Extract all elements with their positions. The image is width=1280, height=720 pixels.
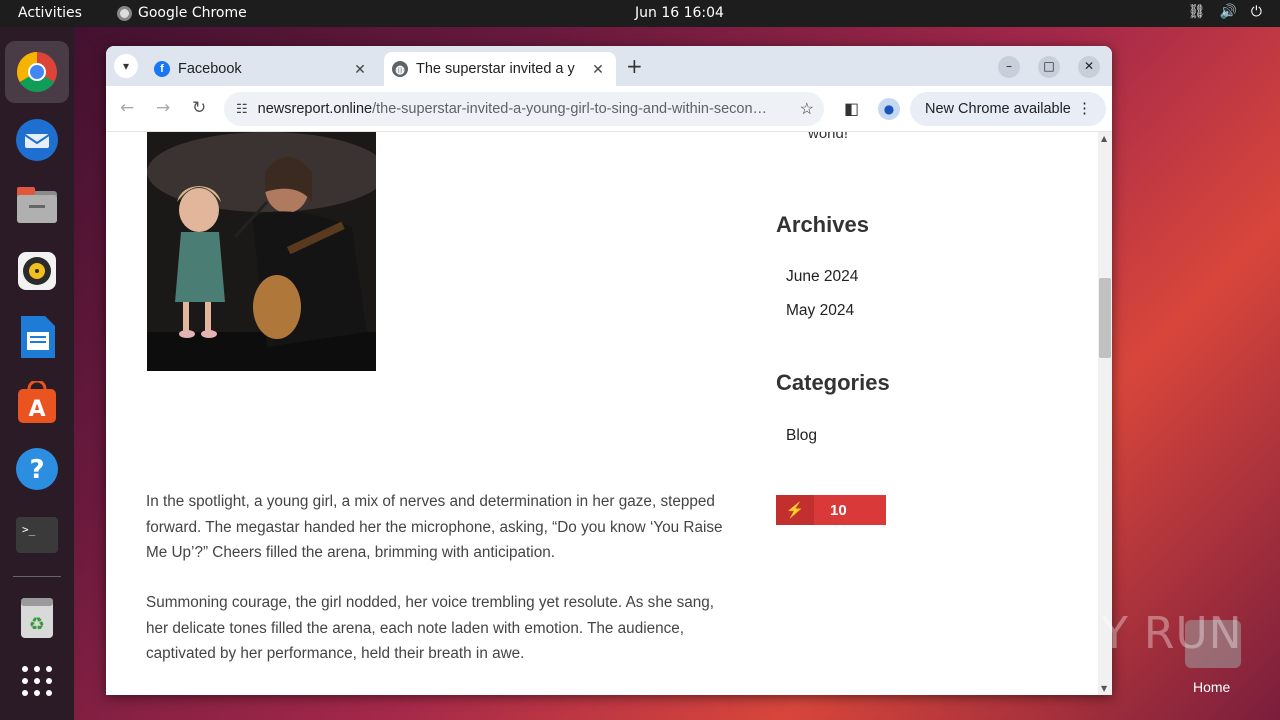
terminal-icon: >_ <box>16 517 58 553</box>
dock-files[interactable] <box>13 181 61 229</box>
dock-software[interactable]: A <box>13 379 61 427</box>
rhythmbox-icon <box>18 252 56 290</box>
dock-separator <box>13 576 61 577</box>
app-grid-icon <box>22 666 52 696</box>
recent-post-fragment[interactable]: world! <box>808 132 848 142</box>
power-icon: ⏻ <box>1250 4 1262 20</box>
thunderbird-icon <box>16 119 58 161</box>
flame-icon: ⚡ <box>776 495 814 525</box>
svg-text:♻: ♻ <box>29 614 45 635</box>
scroll-down-icon[interactable]: ▼ <box>1101 684 1107 693</box>
home-folder-label[interactable]: Home <box>1193 679 1230 695</box>
article-paragraph: Summoning courage, the girl nodded, her … <box>146 594 715 662</box>
category-link-blog[interactable]: Blog <box>786 427 817 445</box>
software-store-icon: A <box>18 381 56 423</box>
dock-help[interactable]: ? <box>13 445 61 493</box>
svg-text:?: ? <box>29 455 44 485</box>
archive-link-june-2024[interactable]: June 2024 <box>786 268 858 286</box>
archives-heading: Archives <box>776 212 869 237</box>
svg-text:A: A <box>28 397 45 422</box>
scrollbar-thumb[interactable] <box>1099 278 1111 358</box>
viewport: In the spotlight, a young girl, a mix of… <box>106 46 1112 695</box>
views-counter-badge: ⚡ 10 <box>776 495 886 525</box>
app-menu[interactable]: Google Chrome <box>117 5 247 21</box>
views-count: 10 <box>830 501 847 519</box>
help-icon: ? <box>16 448 58 490</box>
app-name: Google Chrome <box>138 5 247 21</box>
dock: A ? >_ ♻ <box>0 27 74 720</box>
categories-heading: Categories <box>776 370 890 395</box>
dock-trash[interactable]: ♻ <box>13 593 61 641</box>
dock-terminal[interactable]: >_ <box>13 511 61 559</box>
scroll-up-icon[interactable]: ▲ <box>1101 134 1107 143</box>
dock-writer[interactable] <box>13 313 61 361</box>
trash-icon: ♻ <box>21 598 53 638</box>
dock-chrome[interactable] <box>5 41 69 103</box>
article-image <box>147 132 376 371</box>
dock-rhythmbox[interactable] <box>13 247 61 295</box>
page-content: In the spotlight, a young girl, a mix of… <box>106 132 1098 695</box>
system-tray[interactable]: ⛓ 🔊 ⏻ <box>1188 4 1262 20</box>
chrome-icon <box>17 52 57 92</box>
writer-icon <box>21 316 55 358</box>
dock-thunderbird[interactable] <box>13 116 61 164</box>
network-icon: ⛓ <box>1187 4 1206 20</box>
anyrun-watermark: ANY RUN <box>1036 608 1243 659</box>
clock[interactable]: Jun 16 16:04 <box>635 5 724 21</box>
svg-text:>_: >_ <box>22 523 36 536</box>
article-paragraph: In the spotlight, a young girl, a mix of… <box>146 493 723 561</box>
archive-link-may-2024[interactable]: May 2024 <box>786 302 854 320</box>
activities-button[interactable]: Activities <box>18 5 82 21</box>
files-icon <box>17 187 57 223</box>
chrome-small-icon <box>117 5 132 21</box>
top-bar: Activities Google Chrome Jun 16 16:04 ⛓ … <box>0 0 1280 27</box>
volume-icon: 🔊 <box>1219 4 1237 20</box>
dock-show-apps[interactable] <box>13 657 61 705</box>
